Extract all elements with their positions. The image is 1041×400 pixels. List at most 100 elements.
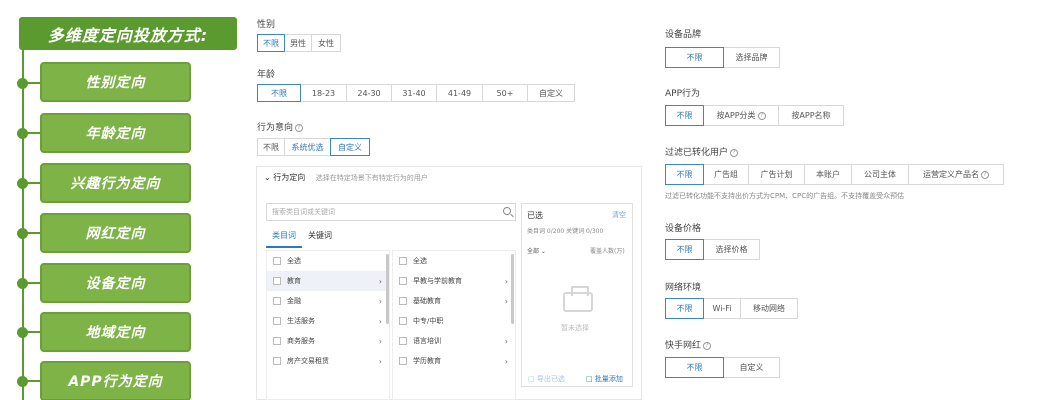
app-option-category[interactable]: 按APP分类? [703, 105, 779, 126]
category-search-input[interactable]: 搜索类目词或关键词 [266, 203, 516, 221]
region-targeting-button[interactable]: 地域定向 [40, 312, 191, 352]
tab-category[interactable]: 类目词 [266, 230, 302, 248]
filter-option-company[interactable]: 公司主体 [851, 164, 909, 185]
behavior-tabs: 类目词 关键词 [266, 230, 338, 248]
chevron-right-icon: › [504, 276, 508, 286]
age-option-24-30[interactable]: 24-30 [346, 84, 392, 102]
checkbox[interactable] [399, 357, 407, 365]
tree-branch [24, 331, 40, 333]
checkbox[interactable] [399, 317, 407, 325]
selected-count: 类目词 0/200 关键词 0/300 [527, 228, 604, 235]
info-icon[interactable]: ? [981, 170, 989, 179]
search-placeholder: 搜索类目词或关键词 [272, 208, 335, 216]
info-icon[interactable]: ? [730, 148, 739, 157]
clear-button[interactable]: 清空 [612, 210, 626, 220]
checkbox[interactable] [273, 257, 281, 265]
kuaishou-option-custom[interactable]: 自定义 [723, 357, 780, 378]
bulk-add-link[interactable]: □ 批量添加 [586, 374, 623, 384]
gender-option-male[interactable]: 男性 [284, 34, 312, 52]
kuaishou-option-unlimited[interactable]: 不限 [665, 357, 724, 378]
behavior-title: 行为定向 [273, 173, 306, 182]
scrollbar[interactable] [511, 254, 514, 324]
chevron-down-icon: ⌄ [264, 173, 271, 182]
empty-tray-icon [563, 286, 593, 312]
brand-options: 不限 选择品牌 [665, 47, 780, 68]
checkbox[interactable] [399, 277, 407, 285]
brand-option-unlimited[interactable]: 不限 [665, 47, 724, 68]
intent-label-wrap: 行为意向? [257, 120, 304, 133]
list-item[interactable]: 全选 [393, 251, 515, 271]
chevron-right-icon: › [504, 336, 508, 346]
age-targeting-button[interactable]: 年龄定向 [40, 113, 191, 153]
scrollbar[interactable] [386, 254, 389, 324]
app-option-unlimited[interactable]: 不限 [665, 105, 704, 126]
influencer-targeting-button[interactable]: 网红定向 [40, 213, 191, 253]
price-option-unlimited[interactable]: 不限 [665, 239, 704, 260]
gender-option-unlimited[interactable]: 不限 [257, 34, 285, 52]
checkbox[interactable] [273, 337, 281, 345]
intent-option-custom[interactable]: 自定义 [330, 138, 370, 156]
age-option-41-49[interactable]: 41-49 [436, 84, 483, 102]
age-option-18-23[interactable]: 18-23 [300, 84, 347, 102]
checkbox[interactable] [273, 317, 281, 325]
behavior-header[interactable]: ⌄ 行为定向 选择在特定场景下有特定行为的用户 [264, 172, 428, 183]
filter-option-ad-plan[interactable]: 广告计划 [748, 164, 805, 185]
network-option-wifi[interactable]: Wi-Fi [703, 298, 741, 319]
app-option-name[interactable]: 按APP名称 [778, 105, 844, 126]
intent-option-unlimited[interactable]: 不限 [257, 138, 285, 156]
list-item[interactable]: 金融 › [267, 291, 389, 311]
network-option-unlimited[interactable]: 不限 [665, 298, 704, 319]
checkbox[interactable] [273, 297, 281, 305]
info-icon[interactable]: ? [757, 111, 766, 120]
filter-option-account[interactable]: 本账户 [804, 164, 852, 185]
gender-targeting-button[interactable]: 性别定向 [40, 62, 191, 102]
filter-option-unlimited[interactable]: 不限 [665, 164, 704, 185]
search-icon[interactable] [503, 207, 511, 215]
network-options: 不限 Wi-Fi 移动网络 [665, 298, 798, 319]
tree-branch [24, 380, 40, 382]
list-item[interactable]: 全选 [267, 251, 389, 271]
gender-option-female[interactable]: 女性 [311, 34, 341, 52]
category-column-2: 全选 早教与学前教育 › 基础教育 › 中专/中职 语言培训 › 学历教育 › [392, 250, 516, 400]
chevron-right-icon: › [378, 276, 382, 286]
age-option-31-40[interactable]: 31-40 [391, 84, 437, 102]
kuaishou-label: 快手网红 [665, 341, 702, 351]
device-targeting-button[interactable]: 设备定向 [40, 263, 191, 303]
filter-option-product[interactable]: 运营定义产品名? [908, 164, 1004, 185]
info-icon[interactable]: ? [295, 123, 304, 132]
list-item[interactable]: 商务服务 › [267, 331, 389, 351]
edit-icon: □ [586, 375, 593, 383]
checkbox[interactable] [273, 277, 281, 285]
price-label: 设备价格 [665, 224, 702, 234]
filter-option-ad-group[interactable]: 广告组 [703, 164, 749, 185]
list-item[interactable]: 语言培训 › [393, 331, 515, 351]
checkbox[interactable] [399, 337, 407, 345]
age-option-custom[interactable]: 自定义 [527, 84, 575, 102]
intent-option-system[interactable]: 系统优选 [284, 138, 331, 156]
list-item[interactable]: 学历教育 › [393, 351, 515, 371]
age-option-50-plus[interactable]: 50+ [482, 84, 528, 102]
interest-targeting-button[interactable]: 兴趣行为定向 [40, 163, 191, 203]
list-item[interactable]: 教育 › [267, 271, 389, 291]
checkbox[interactable] [399, 297, 407, 305]
price-option-select[interactable]: 选择价格 [703, 239, 760, 260]
gender-options: 不限 男性 女性 [257, 34, 341, 52]
export-selected-link[interactable]: □ 导出已选 [528, 374, 565, 384]
info-icon[interactable]: ? [703, 341, 712, 350]
brand-option-select[interactable]: 选择品牌 [723, 47, 780, 68]
age-option-unlimited[interactable]: 不限 [257, 84, 301, 102]
list-item[interactable]: 房产交易租赁 › [267, 351, 389, 371]
list-item[interactable]: 基础教育 › [393, 291, 515, 311]
age-label: 年龄 [257, 70, 276, 80]
checkbox[interactable] [399, 257, 407, 265]
chevron-right-icon: › [504, 296, 508, 306]
list-item[interactable]: 生活服务 › [267, 311, 389, 331]
checkbox[interactable] [273, 357, 281, 365]
network-option-mobile[interactable]: 移动网络 [740, 298, 798, 319]
tab-keyword[interactable]: 关键词 [302, 230, 338, 248]
list-item[interactable]: 中专/中职 [393, 311, 515, 331]
app-behavior-targeting-button[interactable]: APP行为定向 [40, 361, 191, 400]
list-item[interactable]: 早教与学前教育 › [393, 271, 515, 291]
coverage-header: 覆盖人数(万) [590, 248, 625, 255]
selected-all-dropdown[interactable]: 全部 ⌄ [527, 246, 546, 255]
